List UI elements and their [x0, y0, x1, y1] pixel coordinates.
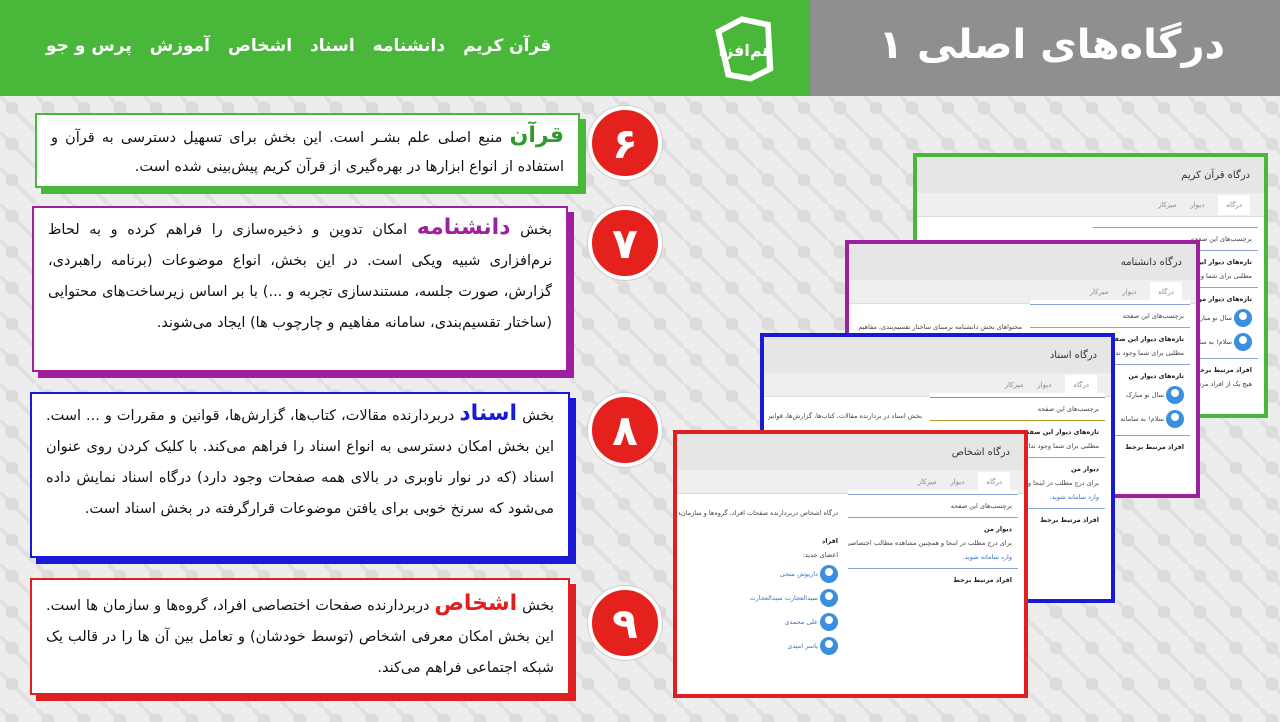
logo[interactable]: هم‌افزا: [712, 12, 780, 84]
tab-wall[interactable]: دیوار: [1190, 201, 1204, 209]
screenshot-sidebar: برچسب‌های این صفحه دیوار من برای درج مطل…: [848, 490, 1018, 587]
screenshot-people-portal: درگاه اشخاص درگاه دیوار میزکار درگاه اشخ…: [673, 430, 1028, 698]
screenshot-main: محتواهای بخش دانشنامه برمبنای ساختار تقس…: [853, 320, 1028, 334]
avatar: [1166, 410, 1184, 428]
screenshot-title: درگاه قرآن کریم: [917, 157, 1264, 193]
section-encyclopedia-box: بخش دانشنامه امکان تدوین و ذخیره‌سازی را…: [32, 206, 568, 372]
login-link[interactable]: وارد سامانه شوید.: [848, 550, 1018, 564]
tags-label: برچسب‌های این صفحه: [950, 502, 1012, 510]
number-badge-8: ۸: [588, 393, 662, 467]
tab-desk[interactable]: میزکار: [918, 478, 937, 486]
screenshot-title: درگاه اشخاص: [677, 434, 1024, 470]
person-item[interactable]: داریوش منجی: [679, 562, 844, 586]
nav-item-quran[interactable]: قرآن کریم: [463, 36, 551, 56]
avatar: [820, 613, 838, 631]
person-item[interactable]: علی محمدی: [679, 610, 844, 634]
portal-description: محتواهای بخش دانشنامه برمبنای ساختار تقس…: [858, 323, 1022, 331]
my-wall-label: دیوار من: [984, 525, 1012, 533]
tags-label: برچسب‌های این صفحه: [1037, 405, 1099, 413]
avatar: [820, 637, 838, 655]
main-nav: قرآن کریم دانشنامه اسناد اشخاص آموزش پرس…: [46, 36, 551, 56]
section-quran-box: قرآن منبع اصلی علم بشـر است. این بخش برا…: [35, 113, 580, 188]
keyword-encyclopedia: دانشنامه: [416, 215, 511, 240]
new-members-label: اعضای جدید:: [802, 551, 838, 559]
screenshot-main: درگاه اشخاص دربردارنده صفحات افراد، گروه…: [679, 506, 844, 658]
nav-item-education[interactable]: آموزش: [150, 36, 210, 56]
screenshot-tabs: درگاه دیوار میزکار: [917, 193, 1264, 217]
logo-text: هم‌افزا: [718, 41, 773, 60]
avatar: [820, 589, 838, 607]
avatar: [1166, 386, 1184, 404]
keyword-quran: قرآن: [509, 123, 564, 148]
person-item[interactable]: سیدالعجارت سیدالعجارت: [679, 586, 844, 610]
portal-description: بخش اسناد در بردارنده مقالات، کتاب‌ها، گ…: [768, 412, 922, 420]
avatar: [1234, 333, 1252, 351]
tags-label: برچسب‌های این صفحه: [1122, 312, 1184, 320]
avatar: [1234, 309, 1252, 327]
number-badge-7: ۷: [588, 206, 662, 280]
tab-portal[interactable]: درگاه: [1150, 281, 1182, 302]
nav-item-encyclopedia[interactable]: دانشنامه: [373, 36, 445, 56]
page-title: درگاه‌های اصلی ۱: [878, 22, 1225, 68]
people-title: افراد: [821, 537, 838, 545]
tab-wall[interactable]: دیوار: [1037, 381, 1051, 389]
tab-wall[interactable]: دیوار: [950, 478, 964, 486]
nav-item-documents[interactable]: اسناد: [310, 36, 355, 56]
keyword-people: اشخاص: [434, 591, 518, 616]
screenshot-main: بخش اسناد در بردارنده مقالات، کتاب‌ها، گ…: [768, 409, 928, 423]
tab-portal[interactable]: درگاه: [1218, 194, 1250, 215]
section-encyclopedia-prefix: بخش: [510, 222, 552, 238]
nav-item-people[interactable]: اشخاص: [228, 36, 292, 56]
avatar: [820, 565, 838, 583]
wall-hint: برای درج مطلب در اینجا و همچنین مشاهده م…: [848, 539, 1012, 547]
number-badge-6: ۶: [588, 106, 662, 180]
section-people-box: بخش اشخاص دربردارنده صفحات اختصاصی افراد…: [30, 578, 570, 695]
tab-portal[interactable]: درگاه: [1065, 374, 1097, 395]
screenshot-title: درگاه دانشنامه: [849, 244, 1196, 280]
tab-desk[interactable]: میزکار: [1090, 288, 1109, 296]
tab-desk[interactable]: میزکار: [1158, 201, 1177, 209]
portal-description: درگاه اشخاص دربردارنده صفحات افراد، گروه…: [679, 509, 838, 517]
nav-item-query[interactable]: پرس و جو: [46, 36, 132, 56]
tab-desk[interactable]: میزکار: [1005, 381, 1024, 389]
screenshot-title: درگاه اسناد: [764, 337, 1111, 373]
section-documents-box: بخش اسناد دربردارنده مقالات، کتاب‌ها، گز…: [30, 392, 570, 558]
person-item[interactable]: یاسر امیدی: [679, 634, 844, 658]
section-people-prefix: بخش: [517, 598, 554, 614]
tab-portal[interactable]: درگاه: [978, 471, 1010, 492]
tab-wall[interactable]: دیوار: [1122, 288, 1136, 296]
section-documents-prefix: بخش: [517, 408, 554, 424]
number-badge-9: ۹: [588, 586, 662, 660]
online-people-label: افراد مرتبط برخط: [953, 576, 1012, 584]
section-quran-text: منبع اصلی علم بشـر است. این بخش برای تسه…: [51, 130, 564, 175]
keyword-documents: اسناد: [459, 401, 518, 426]
